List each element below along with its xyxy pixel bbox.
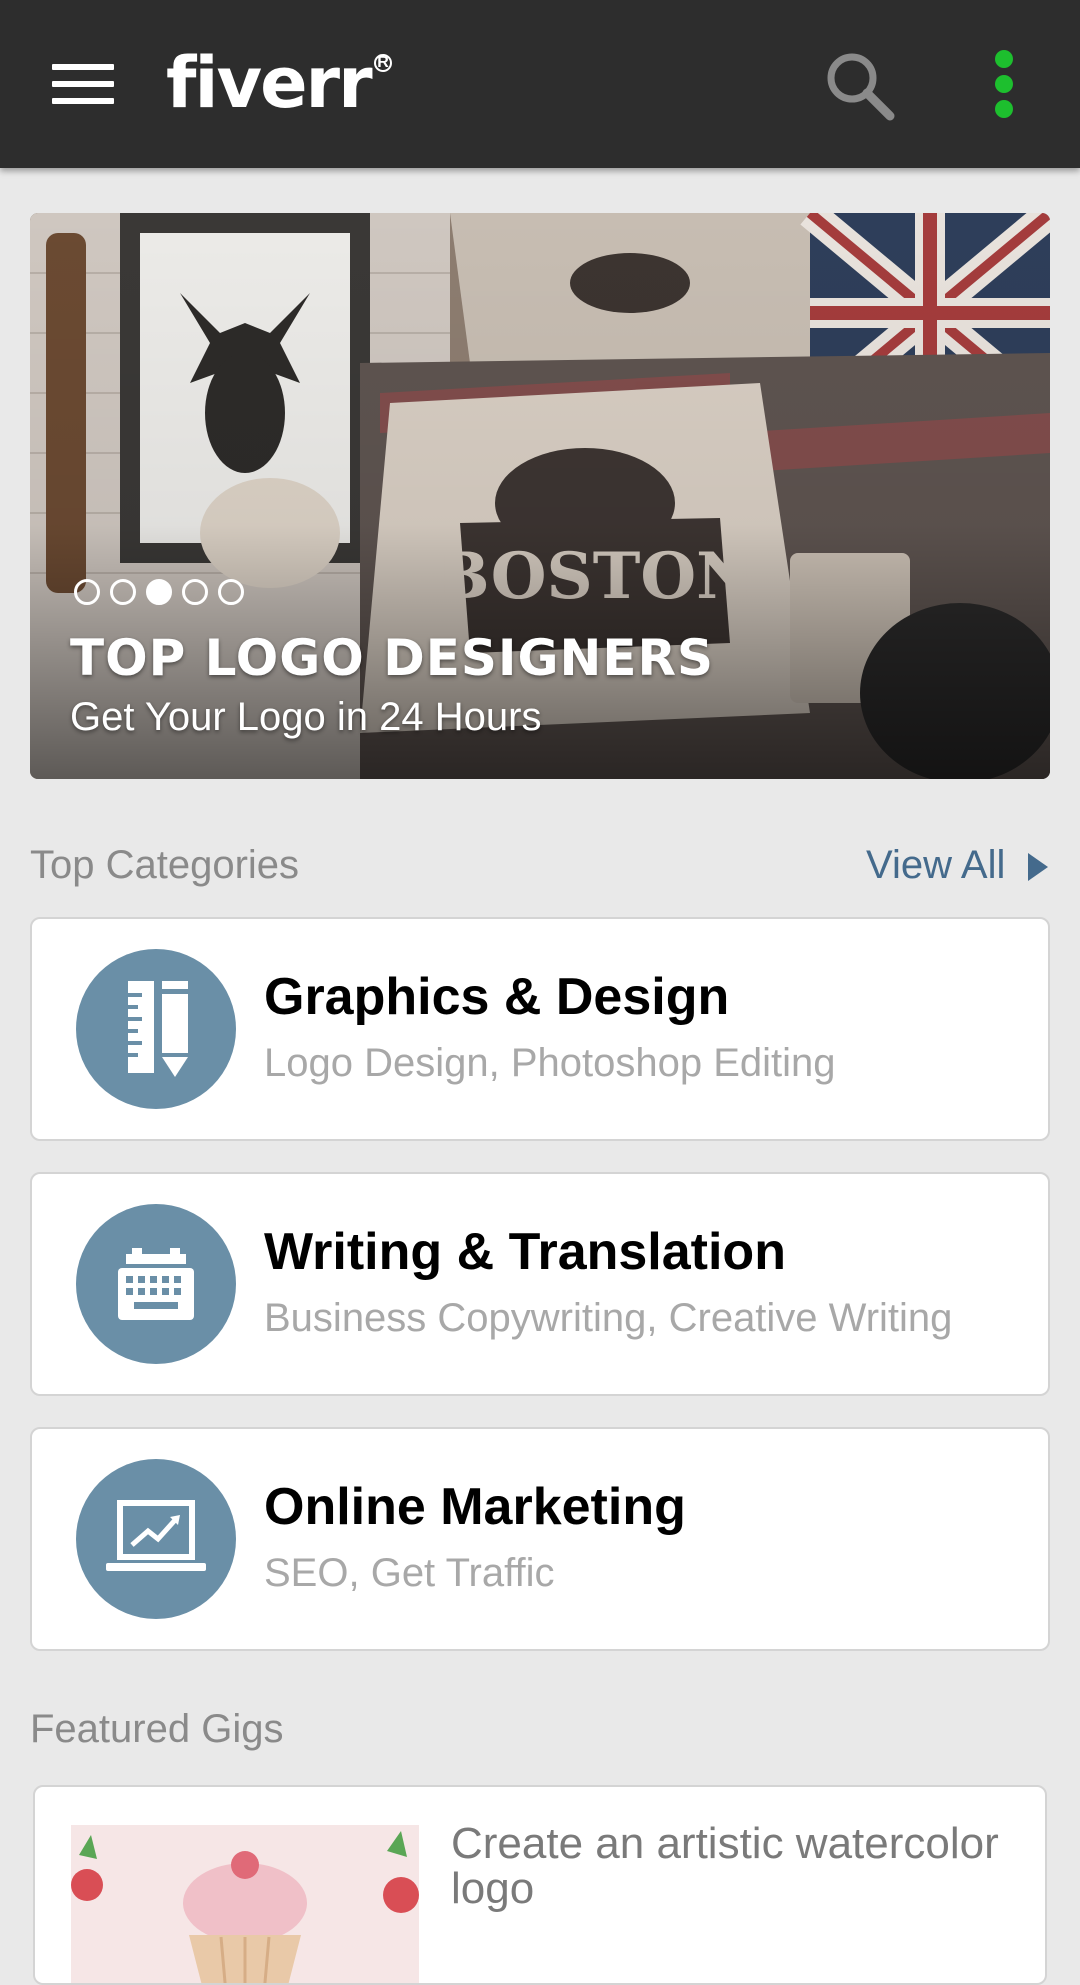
category-subtitle: Logo Design, Photoshop Editing xyxy=(264,1041,836,1085)
category-title: Online Marketing xyxy=(264,1478,686,1536)
gig-card[interactable]: Create an artistic watercolor logo xyxy=(33,1785,1047,1985)
category-title: Graphics & Design xyxy=(264,968,730,1026)
search-icon[interactable] xyxy=(822,48,898,124)
hero-title: TOP LOGO DESIGNERS xyxy=(70,629,715,687)
category-subtitle: SEO, Get Traffic xyxy=(264,1551,555,1595)
featured-gigs-label: Featured Gigs xyxy=(30,1707,284,1751)
category-subtitle: Business Copywriting, Creative Writing xyxy=(264,1296,953,1340)
category-card-online-marketing[interactable]: Online Marketing SEO, Get Traffic xyxy=(30,1427,1050,1651)
chevron-right-icon[interactable] xyxy=(1028,853,1048,881)
top-categories-label: Top Categories xyxy=(30,843,300,887)
ruler-pencil-icon xyxy=(76,949,236,1109)
fiverr-logo[interactable]: fiverr xyxy=(166,38,373,128)
hero-banner[interactable]: BOSTON TOP LOGO DESIGNERS Get Your Logo … xyxy=(30,213,1050,779)
laptop-chart-icon xyxy=(76,1459,236,1619)
view-all-link[interactable]: View All xyxy=(866,843,1005,888)
carousel-dot[interactable] xyxy=(218,579,244,605)
category-card-graphics-design[interactable]: Graphics & Design Logo Design, Photoshop… xyxy=(30,917,1050,1141)
carousel-dot[interactable] xyxy=(182,579,208,605)
more-vert-icon[interactable] xyxy=(990,50,1020,120)
category-card-writing-translation[interactable]: Writing & Translation Business Copywriti… xyxy=(30,1172,1050,1396)
category-title: Writing & Translation xyxy=(264,1223,786,1281)
gig-title: Create an artistic watercolor logo xyxy=(451,1819,999,1913)
carousel-dot[interactable] xyxy=(74,579,100,605)
gig-thumbnail xyxy=(71,1825,419,1983)
carousel-indicator xyxy=(74,579,254,607)
registered-mark: R xyxy=(374,54,392,72)
app-header: fiverr R xyxy=(0,0,1080,168)
carousel-dot-active[interactable] xyxy=(146,579,172,605)
carousel-dot[interactable] xyxy=(110,579,136,605)
typewriter-icon xyxy=(76,1204,236,1364)
menu-icon[interactable] xyxy=(52,64,114,104)
hero-subtitle: Get Your Logo in 24 Hours xyxy=(70,695,542,739)
